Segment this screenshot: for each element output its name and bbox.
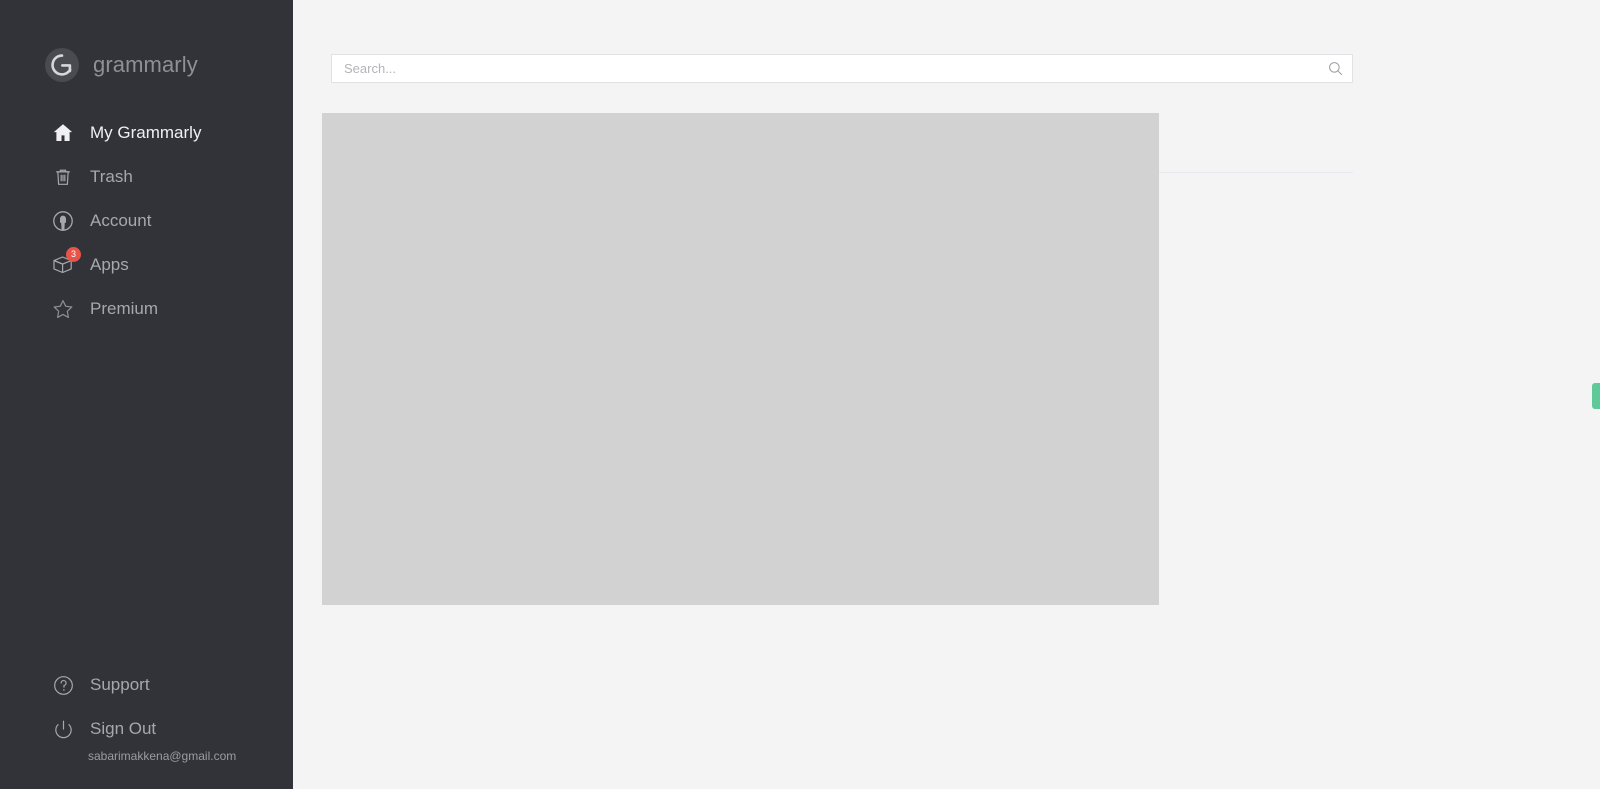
power-icon (50, 716, 76, 742)
apps-cube-icon: 3 (50, 247, 81, 278)
sidebar-item-label: My Grammarly (90, 123, 202, 142)
grammarly-g-logo-icon (44, 47, 80, 83)
app-root: grammarly My Grammarly Trash Account 3 A… (0, 0, 1600, 789)
sidebar: grammarly My Grammarly Trash Account 3 A… (0, 0, 293, 789)
search-input[interactable] (332, 55, 1318, 82)
sidebar-item-label: Account (90, 211, 152, 230)
search-icon[interactable] (1318, 55, 1352, 82)
brand-logo[interactable]: grammarly (44, 47, 198, 83)
feedback-tab[interactable] (1592, 383, 1600, 409)
apps-badge: 3 (66, 247, 81, 262)
sidebar-item-account[interactable]: Account (0, 199, 293, 243)
sidebar-footer: Support Sign Out sabarimakkena@gmail.com (0, 663, 293, 763)
sidebar-item-label: Support (90, 675, 150, 694)
trash-icon (50, 164, 76, 190)
sidebar-nav: My Grammarly Trash Account 3 Apps Premiu… (0, 111, 293, 331)
user-email: sabarimakkena@gmail.com (88, 749, 237, 763)
search-bar[interactable] (331, 54, 1353, 83)
account-icon (50, 208, 76, 234)
loading-content-placeholder (322, 113, 1159, 605)
sidebar-item-label: Premium (90, 299, 159, 318)
main-content (293, 0, 1600, 789)
star-icon (50, 296, 76, 322)
sidebar-item-label: Sign Out (90, 719, 157, 738)
sidebar-item-label: Trash (90, 167, 133, 186)
sidebar-item-label: Apps (90, 255, 129, 274)
sidebar-item-support[interactable]: Support (0, 663, 293, 707)
help-circle-icon (50, 672, 76, 698)
sidebar-item-my-grammarly[interactable]: My Grammarly (0, 111, 293, 155)
brand-name: grammarly (93, 52, 198, 77)
home-icon (50, 120, 76, 146)
sidebar-item-trash[interactable]: Trash (0, 155, 293, 199)
sidebar-item-apps[interactable]: 3 Apps (0, 243, 293, 287)
sidebar-item-sign-out[interactable]: Sign Out (0, 707, 293, 751)
sidebar-item-premium[interactable]: Premium (0, 287, 293, 331)
